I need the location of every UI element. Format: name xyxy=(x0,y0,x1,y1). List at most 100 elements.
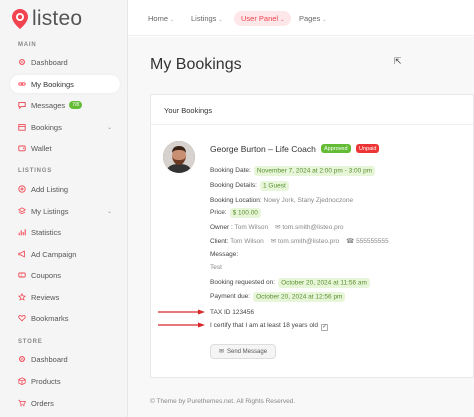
sidebar-item-label: Wallet xyxy=(31,143,52,153)
messages-count-badge: 7/8 xyxy=(69,101,83,109)
client-phone: 555555555 xyxy=(356,238,389,245)
sidebar-item-store-dashboard[interactable]: Dashboard xyxy=(10,350,120,368)
send-message-button[interactable]: ✉ Send Message xyxy=(210,344,276,359)
mouse-cursor-icon: ⇱ xyxy=(394,56,402,66)
layers-icon xyxy=(18,207,26,215)
calendar-icon xyxy=(18,123,26,131)
coupon-icon xyxy=(18,271,26,279)
bookings-card: Your Bookings xyxy=(150,94,474,378)
box-icon xyxy=(18,377,26,385)
map-pin-logo-icon xyxy=(12,9,28,29)
cart-icon xyxy=(18,399,26,407)
price-row: Price: $ 100.00 xyxy=(210,207,261,218)
message-value: Test xyxy=(210,264,222,271)
sidebar-item-label: Products xyxy=(31,376,61,386)
logo[interactable]: listeo xyxy=(12,7,82,31)
sidebar-item-coupons[interactable]: Coupons xyxy=(10,266,120,284)
card-title: Your Bookings xyxy=(164,106,213,115)
link-icon xyxy=(18,80,26,88)
plus-circle-icon xyxy=(18,185,26,193)
envelope-icon: ✉ xyxy=(275,224,281,231)
topnav-listings[interactable]: Listings ⌄ xyxy=(184,11,230,26)
sidebar-item-label: Dashboard xyxy=(31,57,68,67)
client-name: Tom Wilson xyxy=(230,238,264,245)
tax-id-row: TAX ID 123456 xyxy=(210,309,254,316)
sidebar-item-my-listings[interactable]: My Listings ⌄ xyxy=(10,202,120,220)
sidebar-item-wallet[interactable]: Wallet xyxy=(10,139,120,157)
sidebar-item-label: Statistics xyxy=(31,227,62,237)
message-label: Message: xyxy=(210,251,239,258)
chevron-down-icon: ⌄ xyxy=(218,17,223,23)
sidebar-item-label: Orders xyxy=(31,398,54,408)
logo-text: listeo xyxy=(32,7,83,30)
owner-name: Tom Wilson xyxy=(234,224,269,231)
booking-date-row: Booking Date: November 7, 2024 at 2:00 pm… xyxy=(210,165,376,176)
booking-details-value: 1 Guest xyxy=(259,180,289,191)
sidebar-item-label: Add Listing xyxy=(31,184,69,194)
phone-icon: ☎ xyxy=(346,238,355,245)
chevron-down-icon[interactable]: ⌄ xyxy=(107,208,112,215)
topnav-pages[interactable]: Pages ⌄ xyxy=(292,11,334,26)
sidebar-item-label: Reviews xyxy=(31,292,60,302)
star-icon xyxy=(18,293,26,301)
red-arrow-annotation xyxy=(158,309,205,315)
chevron-down-icon[interactable]: ⌄ xyxy=(107,124,112,131)
status-badge-approved: Approved xyxy=(321,144,351,153)
sidebar-item-reviews[interactable]: Reviews xyxy=(10,288,120,306)
gear-icon xyxy=(18,58,26,66)
heart-icon xyxy=(18,314,26,322)
sidebar-item-products[interactable]: Products xyxy=(10,372,120,390)
sidebar-item-label: My Bookings xyxy=(31,79,74,89)
owner-row: Owner : Tom Wilson ✉ tom.smith@listeo.pro xyxy=(210,224,344,231)
section-title-listings: LISTINGS xyxy=(18,168,53,174)
topnav-home[interactable]: Home ⌄ xyxy=(141,11,181,26)
section-title-main: MAIN xyxy=(18,42,37,48)
certify-age-checkbox[interactable]: ✓ xyxy=(321,324,329,331)
topnav-user-panel[interactable]: User Panel ⌄ xyxy=(234,11,292,26)
price-value: $ 100.00 xyxy=(229,207,261,218)
page-title: My Bookings xyxy=(150,56,242,73)
sidebar-item-orders[interactable]: Orders xyxy=(10,394,120,412)
avatar xyxy=(163,141,195,173)
chevron-down-icon: ⌄ xyxy=(280,17,285,23)
sidebar-item-messages[interactable]: Messages 7/8 xyxy=(10,96,120,114)
status-badge-unpaid: Unpaid xyxy=(356,144,380,153)
booking-location-value: Nowy Jork, Stany Zjednoczone xyxy=(263,197,354,204)
certify-age-row: I certify that I am at least 18 years ol… xyxy=(210,322,329,331)
sidebar-item-label: My Listings xyxy=(31,206,69,216)
footer-copyright: © Theme by Purethemes.net. All Rights Re… xyxy=(150,398,296,405)
gear-icon xyxy=(18,355,26,363)
sidebar-item-dashboard[interactable]: Dashboard xyxy=(10,53,120,71)
sidebar-item-bookmarks[interactable]: Bookmarks xyxy=(10,309,120,327)
sidebar-item-statistics[interactable]: Statistics xyxy=(10,223,120,241)
sidebar-item-add-listing[interactable]: Add Listing xyxy=(10,180,120,198)
booking-date-value: November 7, 2024 at 2:00 pm - 3:00 pm xyxy=(253,165,376,176)
wallet-icon xyxy=(18,144,26,152)
sidebar-item-label: Ad Campaign xyxy=(31,249,77,259)
client-row: Client: Tom Wilson ✉ tom.smith@listeo.pro… xyxy=(210,238,389,245)
booking-requested-row: Booking requested on: October 20, 2024 at… xyxy=(210,277,370,288)
booking-location-row: Booking Location: Nowy Jork, Stany Zjedn… xyxy=(210,197,354,204)
sidebar-item-label: Dashboard xyxy=(31,354,68,364)
sidebar-item-label: Messages xyxy=(31,100,66,110)
megaphone-icon xyxy=(18,250,26,258)
card-header: Your Bookings xyxy=(151,95,473,125)
sidebar-item-my-bookings[interactable]: My Bookings xyxy=(10,75,120,93)
chat-icon xyxy=(18,101,26,109)
client-email: tom.smith@listeo.pro xyxy=(278,238,340,245)
chevron-down-icon: ⌄ xyxy=(170,17,175,23)
sidebar: listeo MAIN Dashboard My Bookings Messag… xyxy=(0,0,128,417)
payment-due-value: October 20, 2024 at 12:56 pm xyxy=(253,291,346,302)
sidebar-item-bookings[interactable]: Bookings ⌄ xyxy=(10,118,120,136)
chart-icon xyxy=(18,228,26,236)
booking-name: George Burton – Life Coach xyxy=(210,144,316,154)
chat-icon: ✉ xyxy=(218,349,224,355)
envelope-icon: ✉ xyxy=(270,238,277,245)
sidebar-item-label: Bookings xyxy=(31,122,62,132)
booking-details-row: Booking Details: 1 Guest xyxy=(210,180,289,191)
payment-due-row: Payment due: October 20, 2024 at 12:56 pm xyxy=(210,291,346,302)
booking-requested-value: October 20, 2024 at 11:56 am xyxy=(278,277,370,288)
section-title-store: STORE xyxy=(18,339,43,345)
owner-email: tom.smith@listeo.pro xyxy=(282,224,344,231)
sidebar-item-ad-campaign[interactable]: Ad Campaign xyxy=(10,245,120,263)
